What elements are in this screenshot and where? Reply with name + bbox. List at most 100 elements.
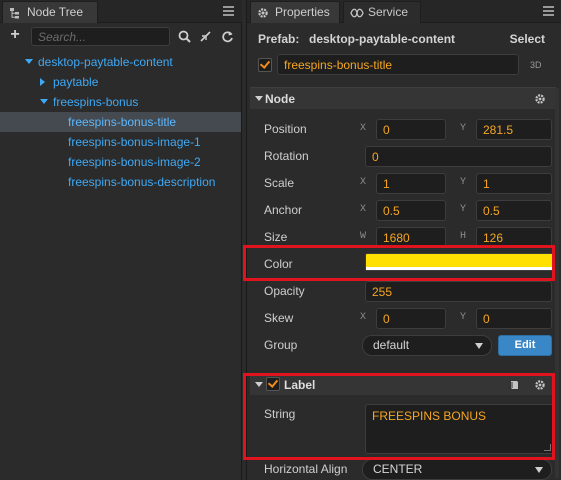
tab-node-tree[interactable]: Node Tree bbox=[2, 1, 98, 23]
node-name-field[interactable] bbox=[277, 54, 519, 75]
size-h-input[interactable] bbox=[477, 228, 551, 247]
group-select-value: default bbox=[373, 338, 410, 352]
expand-arrow-down-icon[interactable] bbox=[25, 59, 33, 64]
position-x-field[interactable] bbox=[376, 119, 446, 140]
skew-x-input[interactable] bbox=[377, 309, 445, 328]
rotation-row: Rotation bbox=[250, 142, 556, 169]
size-row: Size W H bbox=[250, 223, 556, 250]
tree-item-label: desktop-paytable-content bbox=[38, 55, 173, 69]
tab-properties-label: Properties bbox=[275, 5, 330, 19]
color-row: Color bbox=[250, 250, 556, 277]
tree-item-label: freespins-bonus bbox=[53, 95, 139, 109]
rotation-field[interactable] bbox=[365, 146, 552, 167]
settings-gear-icon[interactable] bbox=[534, 93, 546, 105]
collapse-all-icon[interactable] bbox=[199, 30, 212, 43]
size-h-axis: H bbox=[460, 231, 467, 242]
node-name-row: 3D bbox=[247, 53, 561, 79]
skew-x-axis: X bbox=[360, 312, 367, 323]
position-y-axis: Y bbox=[460, 123, 467, 134]
edit-group-button[interactable]: Edit bbox=[498, 335, 552, 356]
prefab-select-button[interactable]: Select bbox=[510, 32, 545, 46]
horizontal-align-value: CENTER bbox=[373, 462, 423, 476]
chevron-down-icon bbox=[535, 467, 543, 473]
opacity-row: Opacity bbox=[250, 277, 556, 304]
tree-item-desktop-paytable-content[interactable]: desktop-paytable-content bbox=[0, 52, 241, 72]
size-w-input[interactable] bbox=[377, 228, 445, 247]
anchor-row: Anchor X Y bbox=[250, 196, 556, 223]
expand-arrow-down-icon[interactable] bbox=[40, 99, 48, 104]
skew-y-field[interactable] bbox=[476, 308, 552, 329]
string-field[interactable]: FREESPINS BONUS bbox=[365, 404, 554, 454]
label-enabled-checkbox[interactable] bbox=[266, 377, 280, 391]
position-y-input[interactable] bbox=[477, 120, 551, 139]
tab-service[interactable]: Service bbox=[343, 1, 421, 23]
chevron-down-icon bbox=[475, 343, 483, 349]
tree-item-freespins-bonus-image-2[interactable]: freespins-bonus-image-2 bbox=[0, 152, 241, 172]
color-label: Color bbox=[264, 257, 293, 271]
scale-x-field[interactable] bbox=[376, 173, 446, 194]
skew-label: Skew bbox=[264, 311, 294, 325]
tab-node-tree-label: Node Tree bbox=[27, 5, 84, 19]
label-section-title: Label bbox=[284, 378, 316, 392]
gear-icon bbox=[258, 8, 268, 18]
group-label: Group bbox=[264, 338, 298, 352]
opacity-input[interactable] bbox=[366, 282, 551, 301]
expand-arrow-right-icon[interactable] bbox=[40, 78, 45, 86]
settings-gear-icon[interactable] bbox=[534, 379, 546, 391]
position-y-field[interactable] bbox=[476, 119, 552, 140]
search-box[interactable] bbox=[31, 27, 170, 46]
anchor-x-input[interactable] bbox=[377, 201, 445, 220]
search-icon[interactable] bbox=[178, 30, 191, 43]
horizontal-align-label: Horizontal Align bbox=[264, 462, 348, 476]
scale-y-field[interactable] bbox=[476, 173, 552, 194]
color-swatch[interactable] bbox=[365, 253, 554, 271]
string-row: String FREESPINS BONUS bbox=[250, 400, 556, 458]
anchor-x-field[interactable] bbox=[376, 200, 446, 221]
position-label: Position bbox=[264, 122, 307, 136]
node-name-input[interactable] bbox=[278, 55, 518, 74]
tree-item-freespins-bonus-title[interactable]: freespins-bonus-title bbox=[0, 112, 241, 132]
node-section-header[interactable]: Node bbox=[250, 87, 556, 109]
tree-item-label: freespins-bonus-title bbox=[68, 115, 177, 129]
properties-panel: Properties Service Prefab: desktop-payta… bbox=[246, 0, 561, 480]
3d-badge[interactable]: 3D bbox=[530, 60, 542, 70]
horizontal-align-row: Horizontal Align CENTER bbox=[250, 455, 556, 480]
label-section-header[interactable]: Label bbox=[250, 373, 556, 395]
node-tree-menu-icon[interactable] bbox=[223, 6, 234, 16]
tree-item-label: freespins-bonus-image-1 bbox=[68, 135, 201, 149]
prefab-name: desktop-paytable-content bbox=[309, 32, 456, 46]
tab-properties[interactable]: Properties bbox=[250, 1, 340, 23]
opacity-field[interactable] bbox=[365, 281, 552, 302]
scale-x-input[interactable] bbox=[377, 174, 445, 193]
horizontal-align-select[interactable]: CENTER bbox=[362, 459, 552, 480]
help-book-icon[interactable] bbox=[508, 379, 520, 391]
node-active-checkbox[interactable] bbox=[258, 58, 272, 72]
tree-item-freespins-bonus-image-1[interactable]: freespins-bonus-image-1 bbox=[0, 132, 241, 152]
search-input[interactable] bbox=[32, 28, 169, 45]
properties-menu-icon[interactable] bbox=[543, 6, 554, 16]
tree-item-freespins-bonus[interactable]: freespins-bonus bbox=[0, 92, 241, 112]
anchor-y-field[interactable] bbox=[476, 200, 552, 221]
rotation-input[interactable] bbox=[366, 147, 551, 166]
resize-grip-icon[interactable] bbox=[544, 444, 551, 451]
size-w-field[interactable] bbox=[376, 227, 446, 248]
anchor-y-input[interactable] bbox=[477, 201, 551, 220]
anchor-label: Anchor bbox=[264, 203, 303, 217]
add-node-button[interactable]: + bbox=[8, 27, 22, 43]
skew-y-input[interactable] bbox=[477, 309, 551, 328]
service-icon bbox=[350, 8, 364, 18]
string-textarea[interactable]: FREESPINS BONUS bbox=[366, 405, 553, 453]
group-select[interactable]: default bbox=[362, 335, 492, 356]
prefab-label: Prefab: bbox=[258, 32, 300, 46]
size-h-field[interactable] bbox=[476, 227, 552, 248]
tree-item-paytable[interactable]: paytable bbox=[0, 72, 241, 92]
tree-item-freespins-bonus-description[interactable]: freespins-bonus-description bbox=[0, 172, 241, 192]
scale-y-input[interactable] bbox=[477, 174, 551, 193]
scale-x-axis: X bbox=[360, 177, 367, 188]
node-tree-toolbar: + bbox=[0, 24, 242, 50]
position-x-input[interactable] bbox=[377, 120, 445, 139]
properties-scrollbar[interactable] bbox=[555, 88, 559, 478]
node-section-title: Node bbox=[265, 92, 295, 106]
skew-x-field[interactable] bbox=[376, 308, 446, 329]
refresh-icon[interactable] bbox=[221, 30, 234, 43]
